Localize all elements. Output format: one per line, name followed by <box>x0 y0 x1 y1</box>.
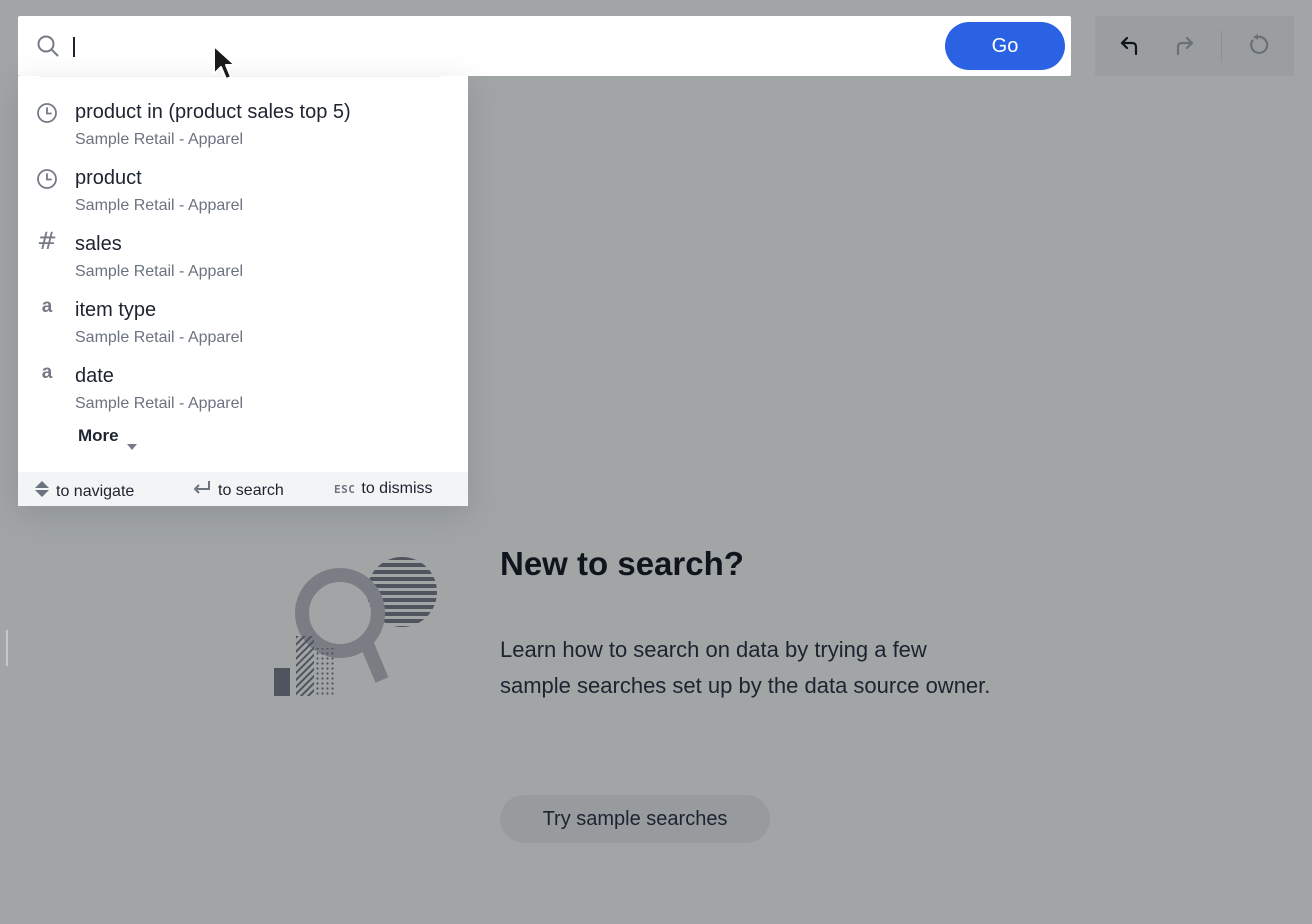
suggestion-source: Sample Retail - Apparel <box>75 197 244 214</box>
suggestion-item[interactable]: a item type Sample Retail - Apparel <box>18 286 468 352</box>
suggestion-source: Sample Retail - Apparel <box>75 395 244 412</box>
enter-key-icon <box>192 480 212 501</box>
search-bar: Go <box>18 16 1071 76</box>
dropdown-divider <box>40 76 440 77</box>
hint-search-text: to search <box>218 481 284 499</box>
hint-dismiss: ESC to dismiss <box>334 480 433 498</box>
suggestion-title: sales <box>75 233 122 255</box>
hint-navigate-text: to navigate <box>56 482 135 500</box>
hint-navigate: to navigate <box>34 480 134 503</box>
keyboard-hints: to navigate to search ESC to dismiss <box>18 472 468 506</box>
go-button[interactable]: Go <box>945 22 1065 70</box>
redo-button[interactable] <box>1169 31 1199 61</box>
suggestion-title: date <box>75 365 114 387</box>
try-sample-searches-button[interactable]: Try sample searches <box>500 795 770 843</box>
hash-icon: # <box>36 227 58 255</box>
suggestion-item[interactable]: product Sample Retail - Apparel <box>18 154 468 220</box>
search-input[interactable] <box>72 30 932 62</box>
more-button[interactable]: More <box>78 424 137 450</box>
more-label: More <box>78 426 119 445</box>
text-attribute-icon: a <box>41 362 53 383</box>
caret-down-icon <box>126 435 137 450</box>
suggestion-source: Sample Retail - Apparel <box>75 329 244 346</box>
undo-icon <box>1118 33 1142 60</box>
suggestion-item[interactable]: # sales Sample Retail - Apparel <box>18 220 468 286</box>
up-down-arrows-icon <box>34 480 50 503</box>
suggestion-title: item type <box>75 299 157 321</box>
redo-icon <box>1172 33 1196 60</box>
suggestion-dropdown: product in (product sales top 5) Sample … <box>18 76 468 506</box>
suggestion-title: product <box>75 167 142 189</box>
search-icon <box>36 34 60 58</box>
toolbar-divider <box>1221 30 1222 62</box>
suggestion-source: Sample Retail - Apparel <box>75 263 244 280</box>
suggestion-source: Sample Retail - Apparel <box>75 131 244 148</box>
text-caret <box>73 37 75 57</box>
search-illustration <box>270 556 442 700</box>
undo-button[interactable] <box>1115 31 1145 61</box>
suggestion-title: product in (product sales top 5) <box>75 101 351 123</box>
hint-dismiss-text: to dismiss <box>361 480 433 497</box>
text-attribute-icon: a <box>41 296 53 317</box>
suggestion-item[interactable]: a date Sample Retail - Apparel <box>18 352 468 418</box>
hint-search: to search <box>192 480 284 501</box>
empty-state-title: New to search? <box>500 545 744 582</box>
reset-button[interactable] <box>1243 31 1273 61</box>
suggestion-item[interactable]: product in (product sales top 5) Sample … <box>18 88 468 154</box>
panel-edge-handle <box>6 630 8 666</box>
reset-icon <box>1246 33 1270 60</box>
history-toolbar <box>1095 16 1294 76</box>
empty-state-description: Learn how to search on data by trying a … <box>500 637 991 698</box>
clock-icon <box>36 168 58 190</box>
clock-icon <box>36 102 58 124</box>
esc-key-icon: ESC <box>334 482 356 496</box>
